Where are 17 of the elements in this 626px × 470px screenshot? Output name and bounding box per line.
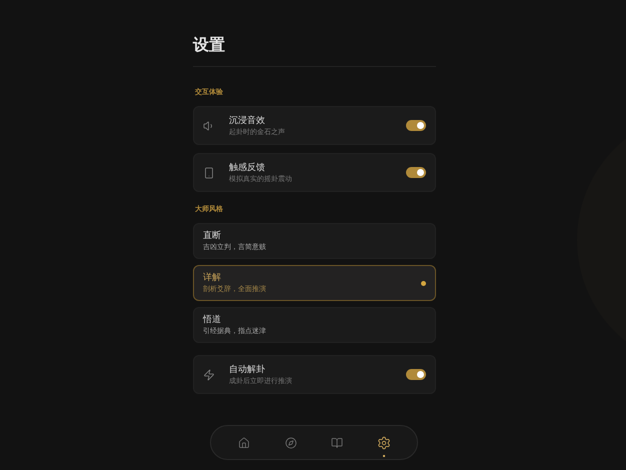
lightning-icon bbox=[203, 368, 215, 380]
page-title: 设置 bbox=[193, 34, 226, 56]
compass-icon bbox=[284, 436, 297, 448]
option-title: 详解 bbox=[203, 272, 222, 284]
toggle-switch[interactable] bbox=[406, 369, 426, 380]
toggle-switch[interactable] bbox=[406, 120, 426, 131]
setting-title: 沉浸音效 bbox=[229, 114, 266, 126]
phone-icon bbox=[203, 166, 215, 178]
option-title: 直断 bbox=[203, 230, 222, 242]
speaker-icon bbox=[203, 120, 215, 132]
home-icon bbox=[238, 436, 250, 448]
settings-icon bbox=[376, 436, 391, 450]
book-icon bbox=[331, 436, 344, 448]
setting-title: 触感反馈 bbox=[229, 162, 266, 174]
toggle-switch[interactable] bbox=[406, 167, 426, 178]
option-title: 悟道 bbox=[203, 314, 222, 326]
setting-title: 自动解卦 bbox=[229, 364, 266, 376]
